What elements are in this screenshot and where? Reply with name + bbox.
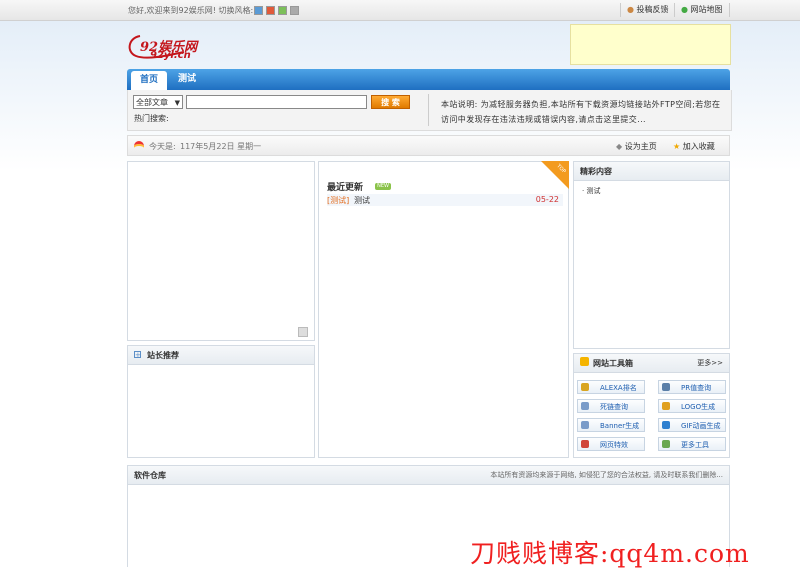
style-swatch-red[interactable] [266, 6, 275, 15]
recommend-panel: + 站长推荐 [127, 345, 315, 458]
feedback-link[interactable]: ● 投稿反馈 [627, 3, 669, 17]
search-button[interactable]: 搜 索 [371, 95, 410, 109]
latest-panel: 最近更新 NEW TOP [测试] 测试 05-22 [318, 161, 569, 458]
featured-header: 精彩内容 [574, 162, 729, 181]
toolbox-more-link[interactable]: 更多>> [697, 358, 723, 368]
slide-control-icon[interactable] [298, 327, 308, 337]
category-select[interactable]: 全部文章 ▼ [133, 95, 183, 109]
tool-label: 死链查询 [600, 403, 628, 411]
slideshow-panel[interactable] [127, 161, 315, 341]
today-value: 117年5月22日 星期一 [180, 142, 262, 151]
crown-icon [662, 402, 670, 410]
recommend-header: + 站长推荐 [128, 346, 314, 365]
nav-home-tab[interactable]: 首页 [131, 71, 167, 90]
pr-icon [662, 383, 670, 391]
bookmark-label: 加入收藏 [682, 142, 715, 151]
tool-label: PR值查询 [681, 384, 712, 392]
search-input[interactable] [186, 95, 367, 109]
toolbox-panel: 网站工具箱 更多>> ALEXA排名 PR值查询 死链查询 LOGO生成 Ban… [573, 353, 730, 458]
latest-item-date: 05-22 [535, 195, 559, 204]
sitemap-icon: ● [681, 5, 688, 14]
tool-label: ALEXA排名 [600, 384, 637, 392]
rainbow-icon [134, 141, 144, 148]
date-bar: 今天是: 117年5月22日 星期一 ◆ 设为主页 ★ 加入收藏 [127, 135, 730, 156]
header-ad-banner[interactable] [570, 24, 731, 65]
feedback-label: 投稿反馈 [636, 5, 669, 14]
globe-icon [662, 421, 670, 429]
tool-label: 网页特效 [600, 441, 628, 449]
toolbox-icon [580, 357, 589, 366]
home-icon: ◆ [616, 142, 623, 151]
sitemap-label: 网站地图 [690, 5, 723, 14]
bookmark-link[interactable]: ★ 加入收藏 [673, 141, 715, 152]
divider [674, 3, 675, 17]
tool-label: LOGO生成 [681, 403, 716, 411]
star-icon: ★ [673, 142, 681, 151]
top-bar: 您好,欢迎来到92娱乐网! 切换风格: ● 投稿反馈 ● 网站地图 [0, 0, 800, 21]
tool-pr-button[interactable]: PR值查询 [658, 380, 726, 394]
hot-search-label: 热门搜索: [134, 114, 169, 123]
new-badge: NEW [375, 183, 391, 190]
divider [620, 3, 621, 17]
tool-effects-button[interactable]: 网页特效 [577, 437, 645, 451]
logo-subtext[interactable]: 92yl.cn [150, 50, 191, 61]
doc-icon [581, 440, 589, 448]
divider [729, 3, 730, 17]
storage-header: 软件仓库 本站所有资源均来源于网络, 如侵犯了您的合法权益, 请及时联系我们删除… [128, 466, 729, 485]
tag-icon [581, 421, 589, 429]
watermark-text: 刀贱贱博客:qq4m.com [470, 539, 750, 568]
latest-item-category[interactable]: [测试] [327, 195, 349, 206]
category-select-value: 全部文章 [136, 98, 168, 107]
toolbox-header: 网站工具箱 更多>> [574, 354, 729, 373]
user-icon: ● [627, 5, 634, 14]
search-bar: 全部文章 ▼ 搜 索 热门搜索: 本站说明: 为减轻服务器负担,本站所有下载资源… [127, 90, 732, 131]
chevron-down-icon: ▼ [174, 99, 180, 107]
welcome-text: 您好,欢迎来到92娱乐网! 切换风格: [128, 6, 254, 15]
recommend-title: 站长推荐 [147, 351, 179, 360]
grid-icon [662, 440, 670, 448]
nav-test-tab[interactable]: 测试 [178, 69, 196, 90]
storage-title: 软件仓库 [134, 471, 166, 480]
list-item[interactable]: [测试] 测试 05-22 [327, 194, 563, 206]
tool-alexa-button[interactable]: ALEXA排名 [577, 380, 645, 394]
tool-gif-button[interactable]: GIF动画生成 [658, 418, 726, 432]
tool-logo-button[interactable]: LOGO生成 [658, 399, 726, 413]
today-label: 今天是: [149, 142, 176, 151]
site-notice[interactable]: 本站说明: 为减轻服务器负担,本站所有下载资源均链接站外FTP空间;若您在访问中… [441, 97, 723, 127]
featured-panel: 精彩内容 · 测试 [573, 161, 730, 349]
main-nav: 首页 测试 [127, 69, 730, 90]
latest-item-name[interactable]: 测试 [354, 195, 370, 206]
tool-label: GIF动画生成 [681, 422, 721, 430]
sitemap-link[interactable]: ● 网站地图 [681, 3, 723, 17]
set-home-link[interactable]: ◆ 设为主页 [616, 141, 657, 152]
style-swatch-blue[interactable] [254, 6, 263, 15]
tool-label: Banner生成 [600, 422, 640, 430]
style-swatch-gray[interactable] [290, 6, 299, 15]
tool-more-button[interactable]: 更多工具 [658, 437, 726, 451]
tool-banner-button[interactable]: Banner生成 [577, 418, 645, 432]
featured-title: 精彩内容 [580, 167, 612, 176]
person-icon [581, 383, 589, 391]
link-icon [581, 402, 589, 410]
featured-item-label: 测试 [586, 187, 601, 195]
plus-icon[interactable]: + [134, 351, 141, 359]
toolbox-title: 网站工具箱 [593, 359, 633, 368]
style-swatch-green[interactable] [278, 6, 287, 15]
tool-deadlink-button[interactable]: 死链查询 [577, 399, 645, 413]
tool-label: 更多工具 [681, 441, 709, 449]
set-home-label: 设为主页 [624, 142, 657, 151]
latest-title: 最近更新 [327, 183, 364, 193]
list-item[interactable]: · 测试 [582, 186, 600, 196]
storage-note: 本站所有资源均来源于网络, 如侵犯了您的合法权益, 请及时联系我们删除... [490, 471, 723, 479]
corner-ribbon-icon [541, 161, 569, 189]
divider [428, 94, 429, 126]
